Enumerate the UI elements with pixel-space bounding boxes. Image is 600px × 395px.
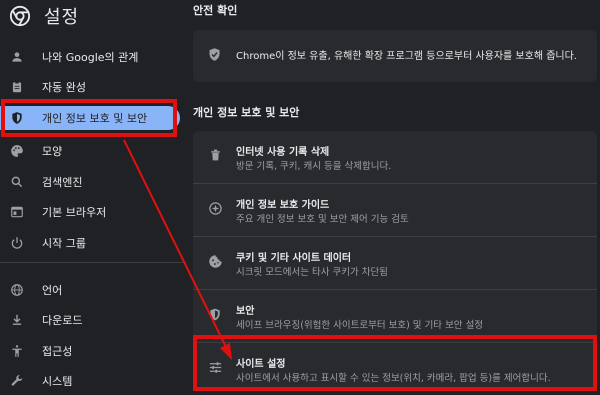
page-title: 설정: [44, 7, 80, 28]
row-description: 시크릿 모드에서는 타사 쿠키가 차단됨: [236, 267, 388, 278]
row-description: 주요 개인 정보 보호 및 보안 제어 기능 검토: [236, 214, 409, 225]
sidebar-item-search-engine[interactable]: 검색엔진: [0, 170, 186, 194]
sidebar-item-appearance[interactable]: 모양: [0, 139, 186, 163]
sidebar-item-accessibility[interactable]: 접근성: [0, 339, 186, 363]
compass-icon: [207, 200, 223, 216]
privacy-row-security[interactable]: 보안 세이프 브라우징(위험한 사이트로부터 보호) 및 기타 보안 설정: [193, 290, 597, 342]
sidebar-item-label: 검색엔진: [42, 176, 83, 189]
row-title: 인터넷 사용 기록 삭제: [236, 147, 330, 158]
download-icon: [8, 311, 26, 329]
privacy-row-clear-browsing-data[interactable]: 인터넷 사용 기록 삭제 방문 기록, 쿠키, 캐시 등을 삭제합니다.: [193, 131, 597, 183]
sidebar-item-label: 다운로드: [42, 314, 83, 327]
browser-icon: [8, 203, 26, 221]
sidebar-item-label: 시작 그룹: [42, 237, 86, 250]
row-description: 사이트에서 사용하고 표시할 수 있는 정보(위치, 카메라, 팝업 등)를 제…: [236, 373, 551, 384]
sidebar-item-label: 접근성: [42, 345, 73, 358]
check-shield-icon: [207, 47, 223, 63]
safety-check-heading: 안전 확인: [193, 4, 238, 17]
sidebar-item-label: 모양: [42, 145, 63, 158]
sliders-icon: [207, 359, 223, 375]
sidebar-item-autofill[interactable]: 자동 완성: [0, 75, 186, 99]
cookie-icon: [207, 253, 223, 269]
sidebar-item-default-browser[interactable]: 기본 브라우저: [0, 200, 186, 224]
sidebar-item-system[interactable]: 시스템: [0, 369, 186, 393]
privacy-card: 인터넷 사용 기록 삭제 방문 기록, 쿠키, 캐시 등을 삭제합니다. 개인 …: [193, 131, 597, 391]
sidebar-item-you-and-google[interactable]: 나와 Google의 관계: [0, 45, 186, 69]
sidebar-item-label: 기본 브라우저: [42, 206, 107, 219]
row-title: 사이트 설정: [236, 359, 286, 370]
safety-check-description: Chrome이 정보 유출, 유해한 확장 프로그램 등으로부터 사용자를 보호…: [236, 51, 577, 62]
sidebar-item-label: 나와 Google의 관계: [42, 51, 139, 64]
row-title: 개인 정보 보호 가이드: [236, 200, 330, 211]
wrench-icon: [8, 372, 26, 390]
power-icon: [8, 234, 26, 252]
sidebar-item-on-startup[interactable]: 시작 그룹: [0, 231, 186, 255]
sidebar-item-label: 개인 정보 보호 및 보안: [42, 112, 148, 125]
sidebar-item-privacy-security[interactable]: 개인 정보 보호 및 보안: [0, 106, 180, 130]
privacy-row-cookies[interactable]: 쿠키 및 기타 사이트 데이터 시크릿 모드에서는 타사 쿠키가 차단됨: [193, 237, 597, 289]
privacy-row-site-settings[interactable]: 사이트 설정 사이트에서 사용하고 표시할 수 있는 정보(위치, 카메라, 팝…: [193, 343, 597, 395]
search-icon: [8, 173, 26, 191]
row-title: 쿠키 및 기타 사이트 데이터: [236, 253, 352, 264]
sidebar: 설정 나와 Google의 관계 자동 완성 개인 정보 보호 및 보안 모양 …: [0, 0, 186, 395]
shield-icon: [8, 109, 26, 127]
security-shield-icon: [207, 306, 223, 322]
privacy-row-privacy-guide[interactable]: 개인 정보 보호 가이드 주요 개인 정보 보호 및 보안 제어 기능 검토: [193, 184, 597, 236]
sidebar-item-languages[interactable]: 언어: [0, 278, 186, 302]
clipboard-icon: [8, 78, 26, 96]
trash-icon: [207, 147, 223, 163]
sidebar-item-downloads[interactable]: 다운로드: [0, 308, 186, 332]
accessibility-icon: [8, 342, 26, 360]
row-title: 보안: [236, 306, 255, 317]
chrome-logo-icon: [9, 5, 31, 27]
palette-icon: [8, 142, 26, 160]
safety-check-card[interactable]: Chrome이 정보 유출, 유해한 확장 프로그램 등으로부터 사용자를 보호…: [193, 30, 597, 82]
sidebar-item-label: 언어: [42, 284, 63, 297]
person-icon: [8, 48, 26, 66]
sidebar-item-label: 자동 완성: [42, 81, 86, 94]
row-description: 세이프 브라우징(위험한 사이트로부터 보호) 및 기타 보안 설정: [236, 320, 484, 331]
sidebar-divider: [0, 262, 186, 263]
sidebar-item-label: 시스템: [42, 375, 73, 388]
globe-icon: [8, 281, 26, 299]
privacy-section-heading: 개인 정보 보호 및 보안: [193, 106, 300, 119]
row-description: 방문 기록, 쿠키, 캐시 등을 삭제합니다.: [236, 161, 392, 172]
app-header: 설정: [0, 0, 186, 32]
